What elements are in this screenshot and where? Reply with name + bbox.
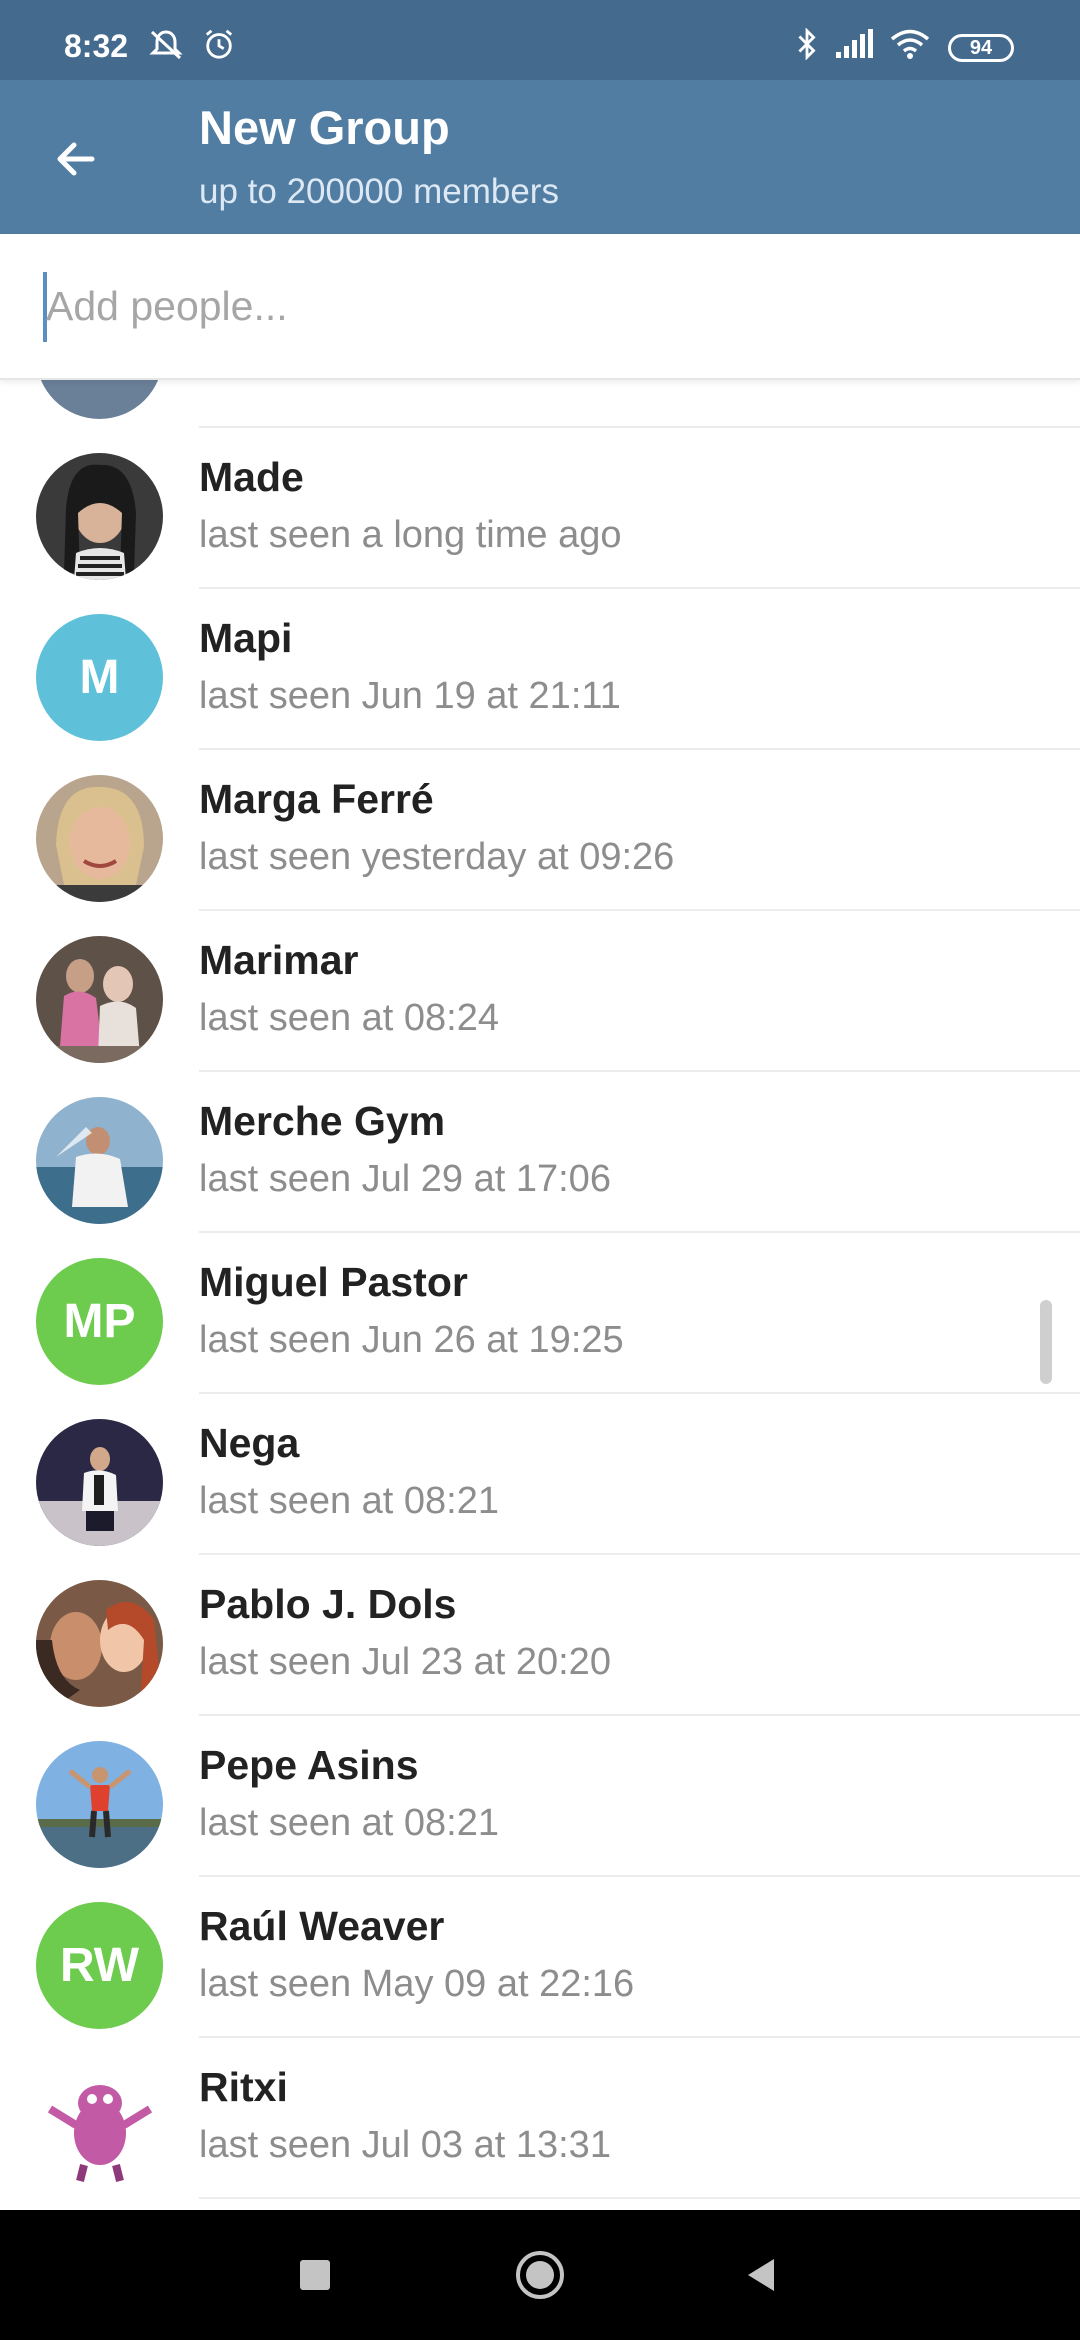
contact-name: Raúl Weaver: [199, 1903, 445, 1949]
status-time: 8:32: [64, 28, 129, 64]
home-button[interactable]: [500, 2240, 580, 2310]
avatar: RW: [36, 1902, 163, 2029]
contact-status: last seen at 08:21: [199, 1480, 499, 1522]
contact-row-partial[interactable]: [0, 2199, 1080, 2210]
contact-name: Mapi: [199, 615, 293, 661]
avatar: M: [36, 614, 163, 741]
contact-row[interactable]: Pablo J. Dols last seen Jul 23 at 20:20: [0, 1555, 1080, 1716]
contact-row-partial[interactable]: [0, 380, 1080, 428]
app-header: New Group up to 200000 members: [0, 80, 1080, 234]
contact-row[interactable]: MP Miguel Pastor last seen Jun 26 at 19:…: [0, 1233, 1080, 1394]
status-bar: 8:32 94: [0, 0, 1080, 80]
signal-icon: [836, 29, 873, 58]
avatar: [36, 2063, 163, 2190]
square-icon: [300, 2260, 330, 2290]
contact-status: last seen May 09 at 22:16: [199, 1963, 635, 2005]
back-button[interactable]: [36, 122, 116, 196]
contact-name: Nega: [199, 1420, 300, 1466]
bluetooth-icon: [798, 28, 816, 60]
avatar: [36, 1741, 163, 1868]
avatar: [36, 775, 163, 902]
contact-row[interactable]: RW Raúl Weaver last seen May 09 at 22:16: [0, 1877, 1080, 2038]
alarm-icon: [205, 29, 233, 59]
avatar: [36, 936, 163, 1063]
contact-status: last seen Jul 23 at 20:20: [199, 1641, 611, 1683]
contact-name: Pepe Asins: [199, 1742, 419, 1788]
list-scrollbar[interactable]: [1040, 1300, 1052, 1384]
contact-name: Pablo J. Dols: [199, 1581, 457, 1627]
battery-level: 94: [969, 36, 993, 59]
add-people-input[interactable]: [46, 266, 1006, 346]
contact-name: Miguel Pastor: [199, 1259, 468, 1305]
recents-button[interactable]: [275, 2240, 355, 2310]
page-title: New Group: [199, 101, 450, 154]
contact-row[interactable]: Merche Gym last seen Jul 29 at 17:06: [0, 1072, 1080, 1233]
contact-name: Merche Gym: [199, 1098, 446, 1144]
avatar: MP: [36, 1258, 163, 1385]
contact-row[interactable]: M Mapi last seen Jun 19 at 21:11: [0, 589, 1080, 750]
contact-status: last seen Jul 29 at 17:06: [199, 1158, 611, 1200]
avatar: [36, 453, 163, 580]
search-bar: [0, 234, 1080, 380]
contact-status: last seen a long time ago: [199, 514, 622, 556]
contact-status: last seen Jul 03 at 13:31: [199, 2124, 611, 2166]
back-arrow-icon: [57, 142, 95, 176]
contact-row[interactable]: Marimar last seen at 08:24: [0, 911, 1080, 1072]
contact-status: last seen Jun 19 at 21:11: [199, 675, 621, 717]
contact-status: last seen Jun 26 at 19:25: [199, 1319, 624, 1361]
contact-status: last seen yesterday at 09:26: [199, 836, 675, 878]
contact-name: Marga Ferré: [199, 776, 434, 822]
contact-list[interactable]: Made last seen a long time ago M Mapi la…: [0, 380, 1080, 2210]
avatar-initials: RW: [59, 1939, 140, 1992]
avatar-initials: M: [79, 651, 120, 704]
back-nav-button[interactable]: [720, 2240, 800, 2310]
home-circle-icon: [516, 2251, 564, 2299]
contact-name: Ritxi: [199, 2064, 288, 2110]
contact-status: last seen at 08:24: [199, 997, 499, 1039]
avatar: [36, 1580, 163, 1707]
contact-row[interactable]: Nega last seen at 08:21: [0, 1394, 1080, 1555]
contact-name: Marimar: [199, 937, 359, 983]
battery-icon: 94: [948, 34, 1014, 62]
avatar: [36, 1097, 163, 1224]
contact-name: Made: [199, 454, 304, 500]
avatar-initials: MP: [63, 1295, 136, 1348]
wifi-icon: [890, 29, 930, 59]
avatar: [36, 380, 163, 419]
contact-row[interactable]: Made last seen a long time ago: [0, 428, 1080, 589]
triangle-back-icon: [748, 2259, 774, 2291]
page-subtitle: up to 200000 members: [199, 172, 559, 211]
avatar: [36, 1419, 163, 1546]
contact-row[interactable]: Ritxi last seen Jul 03 at 13:31: [0, 2038, 1080, 2199]
contact-status: last seen at 08:21: [199, 1802, 499, 1844]
mute-icon: [149, 30, 183, 60]
contact-row[interactable]: Pepe Asins last seen at 08:21: [0, 1716, 1080, 1877]
system-nav-bar: [0, 2210, 1080, 2340]
contact-row[interactable]: Marga Ferré last seen yesterday at 09:26: [0, 750, 1080, 911]
